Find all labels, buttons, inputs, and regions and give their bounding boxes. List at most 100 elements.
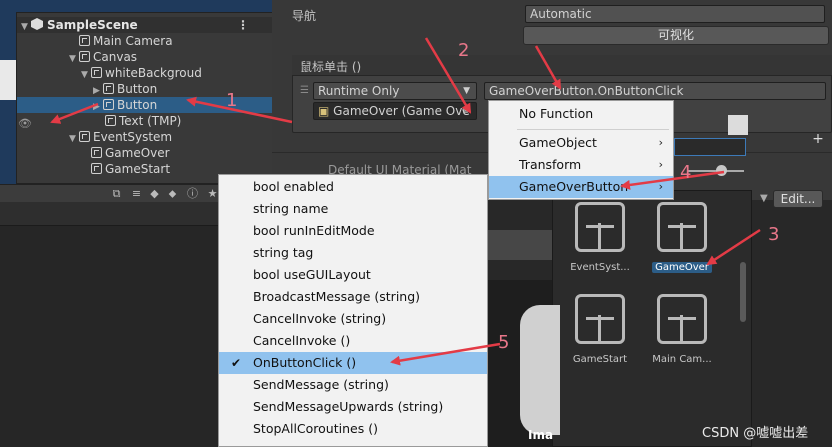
menu-item-label: bool enabled — [253, 179, 334, 194]
menu-item-stop-all-coroutines[interactable]: StopAllCoroutines () — [219, 418, 487, 440]
inspector-mid-strip-2 — [488, 230, 552, 260]
picker-item-label: EventSyst... — [570, 262, 630, 273]
gameobject-cube-icon — [575, 294, 625, 344]
menu-item-no-function[interactable]: No Function — [489, 103, 673, 125]
hierarchy-scene-row[interactable]: ▼ SampleScene ⋮ — [17, 17, 273, 33]
picker-item-label: GameStart — [572, 354, 628, 365]
menu-item-label: BroadcastMessage (string) — [253, 289, 421, 304]
menu-item-string-tag[interactable]: string tag — [219, 242, 487, 264]
visualize-button[interactable]: 可视化 — [523, 26, 829, 45]
reorder-handle-icon[interactable]: ☰ — [300, 85, 309, 96]
chevron-right-icon: › — [658, 180, 663, 193]
gameobject-cube-icon — [103, 99, 114, 110]
hierarchy-item-button[interactable]: ▶ Button — [17, 81, 273, 97]
tag-icon[interactable]: ⬥ — [166, 187, 179, 200]
picker-item-label: Main Cam... — [652, 354, 712, 365]
member-function-menu: bool enabled string name bool runInEditM… — [218, 174, 488, 447]
gameobject-small-icon: ▣ — [318, 104, 330, 118]
menu-item-broadcast-message[interactable]: BroadcastMessage (string) — [219, 286, 487, 308]
layers-icon[interactable]: ≡ — [130, 187, 143, 200]
menu-item-label: CancelInvoke () — [253, 333, 351, 348]
unity-scene-icon — [31, 18, 43, 30]
hierarchy-item-label: GameStart — [105, 162, 171, 176]
menu-item-label: bool runInEditMode — [253, 223, 375, 238]
runtime-mode-value: Runtime Only — [318, 84, 400, 98]
hierarchy-item-label: Button — [117, 82, 158, 96]
function-value: GameOverButton.OnButtonClick — [489, 84, 684, 98]
info-icon[interactable]: ⓘ — [186, 187, 199, 200]
picker-item-main-camera[interactable]: Main Cam... — [640, 294, 724, 365]
menu-item-use-gui-layout[interactable]: bool useGUILayout — [219, 264, 487, 286]
dropdown-arrow-icon: ▼ — [463, 86, 470, 96]
target-object-field[interactable]: ▣ GameOver (Game Ove ⊙ — [313, 102, 477, 120]
object-picker-icon[interactable]: ⊙ — [462, 103, 470, 119]
menu-item-game-over-button[interactable]: GameOverButton › — [489, 176, 673, 198]
hierarchy-item-label: GameOver — [105, 146, 170, 160]
menu-item-label: string tag — [253, 245, 314, 260]
hierarchy-item-label: whiteBackgroud — [105, 66, 202, 80]
watermark: CSDN @嘘嘘出差 — [702, 426, 809, 441]
menu-item-label: GameOverButton — [519, 179, 629, 194]
search-close-box[interactable] — [728, 115, 748, 135]
menu-item-cancel-invoke-string[interactable]: CancelInvoke (string) — [219, 308, 487, 330]
checkmark-icon: ✔ — [231, 356, 242, 370]
gameobject-cube-icon — [79, 35, 90, 46]
hierarchy-item-label: Text (TMP) — [119, 114, 182, 128]
menu-item-cancel-invoke[interactable]: CancelInvoke () — [219, 330, 487, 352]
scene-tool-icon[interactable]: ⧉ — [110, 187, 123, 200]
menu-item-label: StopAllCoroutines () — [253, 421, 378, 436]
navigation-dropdown[interactable]: Automatic — [525, 5, 825, 23]
hierarchy-item-canvas[interactable]: ▼ Canvas — [17, 49, 273, 65]
gameobject-cube-icon — [79, 131, 90, 142]
search-input[interactable] — [674, 138, 746, 156]
function-category-menu: No Function GameObject › Transform › GameO… — [488, 100, 674, 200]
menu-item-label: Transform — [519, 157, 582, 172]
menu-separator — [517, 129, 669, 130]
scene-name: SampleScene — [47, 18, 138, 32]
navigation-label: 导航 — [292, 9, 317, 23]
hierarchy-item-event-system[interactable]: ▼ EventSystem — [17, 129, 273, 145]
menu-item-send-message-upwards[interactable]: SendMessageUpwards (string) — [219, 396, 487, 418]
hierarchy-item-white-background[interactable]: ▼ whiteBackgroud — [17, 65, 273, 81]
menu-item-on-button-click[interactable]: ✔ OnButtonClick () — [219, 352, 487, 374]
hierarchy-item-text-tmp[interactable]: Text (TMP) — [17, 113, 273, 129]
menu-item-gameobject[interactable]: GameObject › — [489, 132, 673, 154]
kebab-menu-icon[interactable]: ⋮ — [237, 17, 249, 33]
hierarchy-panel: ▼ SampleScene ⋮ Main Camera ▼ Canvas ▼ whit… — [16, 12, 274, 184]
visibility-eye-icon[interactable]: 👁 — [18, 117, 32, 130]
image-preview-label: Ima — [528, 428, 554, 442]
menu-item-transform[interactable]: Transform › — [489, 154, 673, 176]
menu-item-run-in-edit-mode[interactable]: bool runInEditMode — [219, 220, 487, 242]
picker-item-game-start[interactable]: GameStart — [558, 294, 642, 365]
dropdown-arrow-icon[interactable]: ▼ — [760, 193, 768, 204]
menu-item-label: string name — [253, 201, 329, 216]
menu-item-string-name[interactable]: string name — [219, 198, 487, 220]
edit-button[interactable]: Edit... — [773, 190, 823, 208]
hierarchy-item-label: EventSystem — [93, 130, 173, 144]
hierarchy-item-game-over[interactable]: GameOver — [17, 145, 273, 161]
annotation-number-3: 3 — [768, 224, 779, 245]
slider-knob[interactable] — [716, 165, 727, 176]
runtime-mode-dropdown[interactable]: Runtime Only ▼ — [313, 82, 477, 100]
gameobject-cube-icon — [91, 67, 102, 78]
target-object-value: GameOver (Game Ove — [333, 104, 470, 118]
hierarchy-item-main-camera[interactable]: Main Camera — [17, 33, 273, 49]
add-event-button[interactable]: + — [808, 130, 828, 148]
hierarchy-item-label: Main Camera — [93, 34, 173, 48]
gameobject-cube-icon — [657, 294, 707, 344]
menu-item-send-message[interactable]: SendMessage (string) — [219, 374, 487, 396]
gameobject-cube-icon — [91, 147, 102, 158]
filter-icon[interactable]: ◆ — [148, 187, 161, 200]
picker-item-event-system[interactable]: EventSyst... — [558, 202, 642, 273]
picker-item-game-over[interactable]: GameOver — [640, 202, 724, 273]
on-click-event-title: 鼠标单击 () — [300, 60, 362, 74]
function-dropdown[interactable]: GameOverButton.OnButtonClick — [484, 82, 826, 100]
gameobject-cube-icon — [103, 83, 114, 94]
gameobject-cube-icon — [79, 51, 90, 62]
menu-item-label: SendMessageUpwards (string) — [253, 399, 444, 414]
picker-scrollbar-thumb[interactable] — [740, 262, 746, 322]
chevron-right-icon: › — [658, 136, 663, 149]
hierarchy-item-button-selected[interactable]: ▶ Button — [17, 97, 273, 113]
on-click-event-header: 鼠标单击 () — [292, 55, 832, 76]
menu-item-bool-enabled[interactable]: bool enabled — [219, 176, 487, 198]
